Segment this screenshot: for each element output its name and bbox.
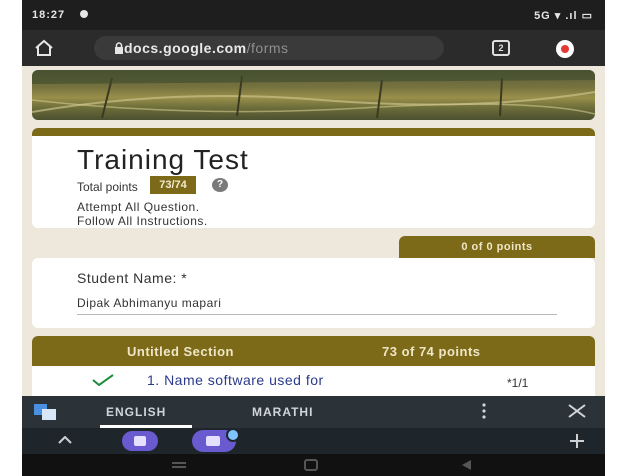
section-points: 73 of 74 points <box>382 344 481 359</box>
keyboard-language-bar: ENGLISH MARATHI <box>22 396 605 428</box>
answer-underline <box>77 314 557 315</box>
student-name-value: Dipak Abhimanyu mapari <box>77 296 222 310</box>
translate-icon[interactable] <box>34 404 56 420</box>
back-icon[interactable] <box>462 460 471 470</box>
header-banner-image <box>32 70 595 120</box>
student-name-card: Student Name: * Dipak Abhimanyu mapari <box>32 258 595 328</box>
url-domain: docs.google.com <box>124 40 247 56</box>
system-nav-bar <box>22 454 605 476</box>
form-description-line-1: Attempt All Question. <box>77 200 200 214</box>
badge-icon <box>226 428 240 442</box>
status-time: 18:27 <box>32 9 66 21</box>
form-title-card: Training Test Total points 73/74 ? Attem… <box>32 128 595 228</box>
keyboard-toolbar <box>22 428 605 454</box>
more-icon[interactable] <box>482 403 486 419</box>
url-path: /forms <box>246 40 289 56</box>
collapse-icon[interactable] <box>58 436 72 444</box>
recents-icon[interactable] <box>172 462 186 468</box>
tabs-icon[interactable]: 2 <box>492 40 510 56</box>
lock-icon <box>115 42 123 54</box>
keyboard-app-icon[interactable] <box>122 431 158 451</box>
phone-screen: 18:27 5G ▾ .ıl ▭ docs.google.com/forms 2 <box>22 0 605 476</box>
lang-marathi-tab[interactable]: MARATHI <box>252 405 313 419</box>
notification-dot-icon <box>80 10 88 18</box>
question-score: *1/1 <box>507 376 529 390</box>
status-indicators: 5G ▾ .ıl ▭ <box>534 10 593 22</box>
form-page[interactable]: Training Test Total points 73/74 ? Attem… <box>22 66 605 396</box>
section-header: Untitled Section 73 of 74 points <box>32 336 595 366</box>
home-nav-icon[interactable] <box>304 459 318 471</box>
close-icon[interactable] <box>568 404 586 418</box>
lang-english-tab[interactable]: ENGLISH <box>106 405 166 419</box>
home-icon[interactable] <box>34 39 54 57</box>
question-text: 1. Name software used for <box>147 372 324 388</box>
section-points-badge: 0 of 0 points <box>399 236 595 258</box>
check-icon <box>92 374 114 386</box>
section-title: Untitled Section <box>127 344 234 359</box>
total-points-badge: 73/74 <box>150 176 196 194</box>
browser-toolbar: docs.google.com/forms 2 <box>22 30 605 66</box>
address-bar[interactable]: docs.google.com/forms <box>94 36 444 60</box>
question-row[interactable]: 1. Name software used for *1/1 <box>32 366 595 396</box>
add-icon[interactable] <box>570 434 584 448</box>
status-bar: 18:27 5G ▾ .ıl ▭ <box>22 0 605 30</box>
form-title: Training Test <box>77 144 249 175</box>
form-description-line-2: Follow All Instructions. <box>77 214 208 228</box>
total-points-label: Total points <box>77 180 138 194</box>
help-icon[interactable]: ? <box>212 178 228 192</box>
menu-icon[interactable] <box>556 40 574 58</box>
student-name-label: Student Name: * <box>77 270 188 286</box>
